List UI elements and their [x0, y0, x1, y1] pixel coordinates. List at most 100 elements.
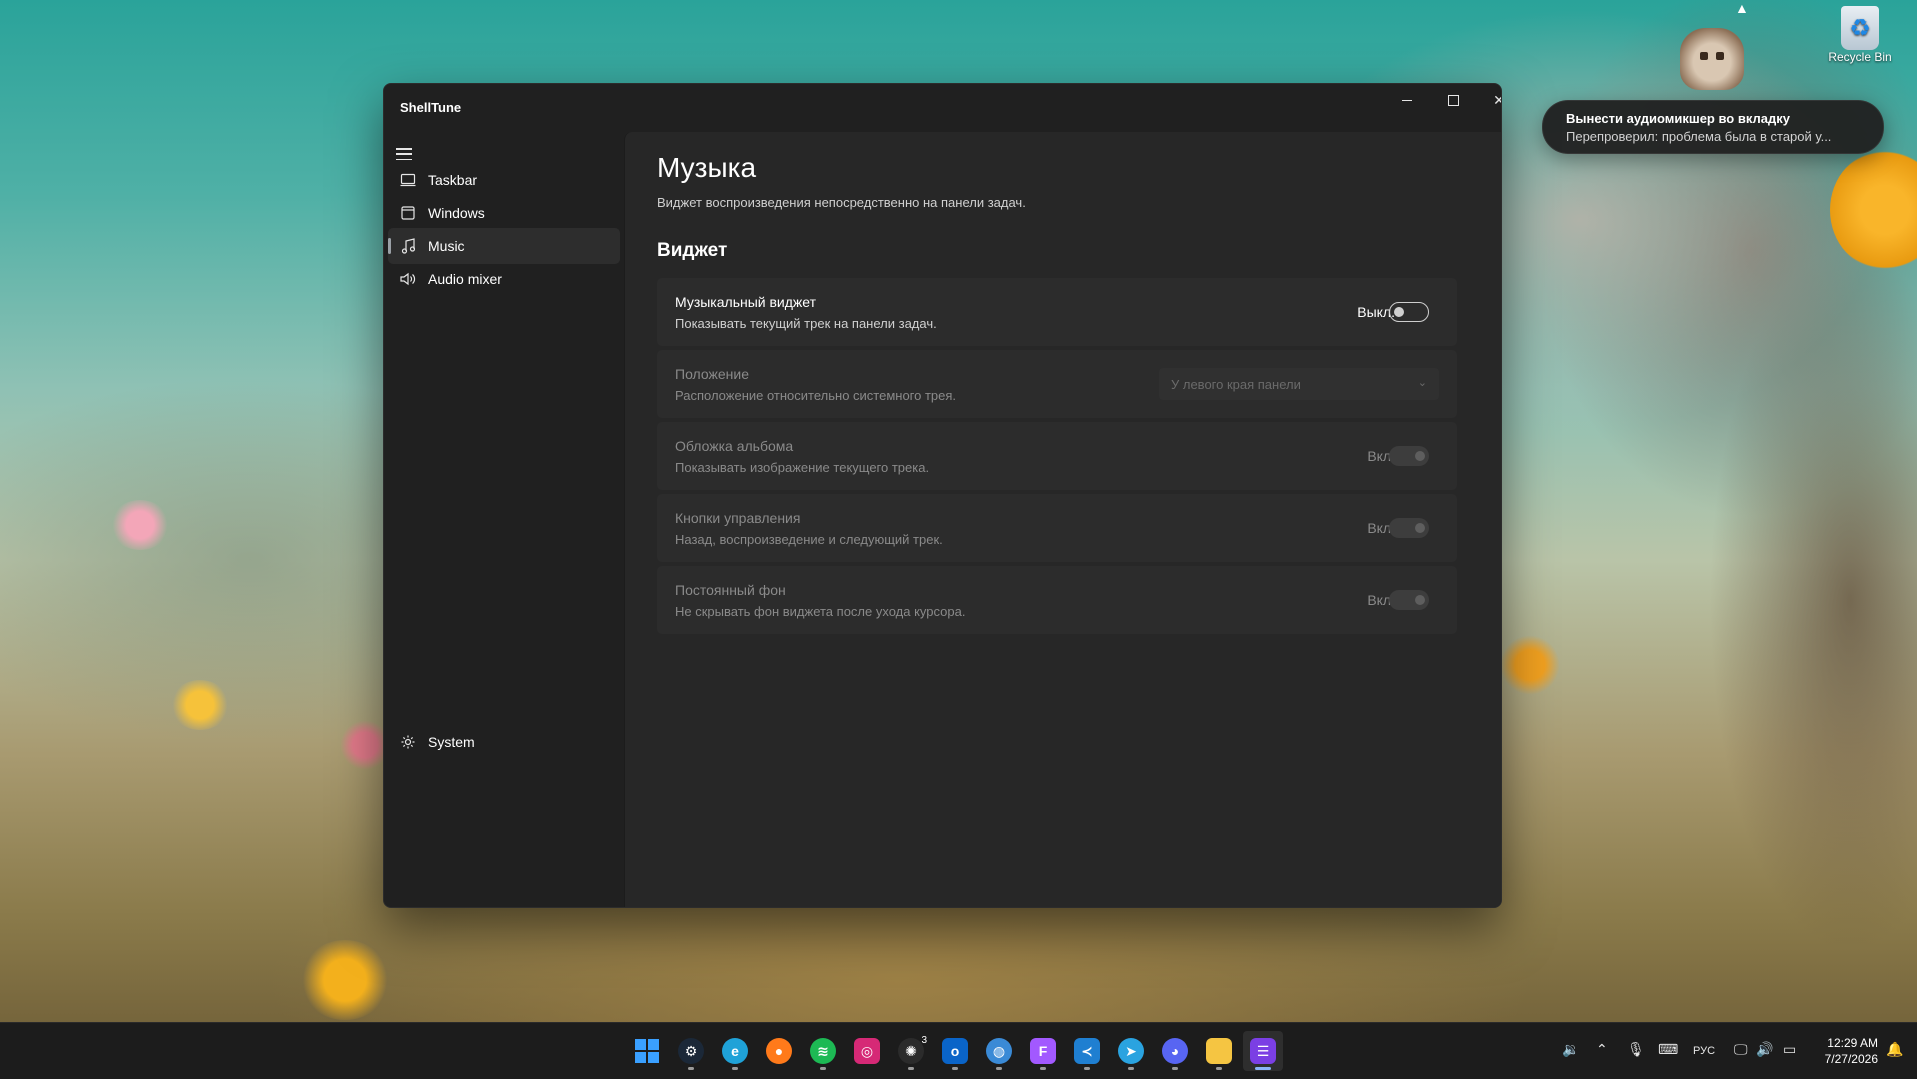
sidebar-item-windows[interactable]: Windows	[388, 195, 620, 231]
chevron-down-icon: ⌄	[1417, 377, 1427, 389]
setting-card-position: Положение Расположение относительно сист…	[657, 350, 1457, 418]
setting-description: Не скрывать фон виджета после ухода курс…	[675, 604, 966, 619]
wallpaper-flower	[1830, 150, 1917, 270]
setting-description: Назад, воспроизведение и следующий трек.	[675, 532, 943, 547]
page-title: Музыка	[657, 152, 757, 183]
sidebar-item-label: Windows	[428, 205, 485, 221]
edge-icon: e	[722, 1038, 748, 1064]
globe-icon: ◍	[986, 1038, 1012, 1064]
window-icon	[388, 206, 428, 220]
recycle-bin-label: Recycle Bin	[1828, 50, 1892, 64]
microphone-icon[interactable]: 🎙	[1627, 1041, 1645, 1058]
battery-icon[interactable]: ▭	[1783, 1041, 1796, 1058]
maximize-button[interactable]	[1430, 84, 1476, 116]
dropdown-value: У левого края панели	[1171, 377, 1301, 392]
setting-description: Показывать изображение текущего трека.	[675, 460, 930, 475]
title-bar[interactable]: ShellTune ✕	[384, 84, 1501, 132]
chatgpt-icon: ✺	[898, 1038, 924, 1064]
notification-title: Вынести аудиомикшер во вкладку	[1566, 111, 1790, 126]
sidebar-item-audio-mixer[interactable]: Audio mixer	[388, 261, 620, 297]
shelltune-icon: ☰	[1250, 1038, 1276, 1064]
setting-title: Музыкальный виджет	[675, 294, 817, 310]
setting-description: Расположение относительно системного тре…	[675, 388, 957, 403]
vscode-icon: ≺	[1074, 1038, 1100, 1064]
steam-icon: ⚙	[678, 1038, 704, 1064]
sidebar-item-label: Audio mixer	[428, 271, 502, 287]
hamburger-menu-icon[interactable]	[396, 146, 416, 162]
minimize-button[interactable]	[1384, 84, 1430, 116]
section-title: Виджет	[657, 240, 728, 261]
setting-card-persistent-background: Постоянный фон Не скрывать фон виджета п…	[657, 566, 1457, 634]
notification-body: Перепроверил: проблема была в старой у..…	[1566, 129, 1832, 144]
wallpaper-flower	[110, 500, 170, 550]
setting-title: Постоянный фон	[675, 582, 786, 598]
taskbar-app-steam[interactable]: ⚙	[671, 1031, 711, 1071]
taskbar-icon	[388, 173, 428, 187]
recycle-bin-shortcut[interactable]: ♻ Recycle Bin	[1820, 6, 1900, 64]
chevron-up-icon[interactable]: ⌃	[1596, 1041, 1608, 1058]
sidebar-item-label: System	[428, 734, 475, 750]
setting-card-album-art: Обложка альбома Показывать изображение т…	[657, 422, 1457, 490]
clock-time: 12:29 AM	[1827, 1036, 1878, 1050]
sidebar-item-system[interactable]: System	[388, 724, 620, 760]
taskbar-app-outlook[interactable]: o	[935, 1031, 975, 1071]
firefox-icon: ●	[766, 1038, 792, 1064]
music-widget-toggle[interactable]	[1389, 302, 1429, 322]
taskbar-app-discord[interactable]: ◕	[1155, 1031, 1195, 1071]
network-icon[interactable]: 🖵	[1734, 1041, 1748, 1058]
figma-icon: F	[1030, 1038, 1056, 1064]
taskbar-app-start[interactable]	[627, 1031, 667, 1071]
taskbar-app-vscode[interactable]: ≺	[1067, 1031, 1107, 1071]
keyboard-icon[interactable]: ⌨	[1658, 1041, 1678, 1058]
taskbar-app-edge[interactable]: e	[715, 1031, 755, 1071]
windows-logo-icon	[635, 1039, 659, 1063]
setting-card-music-widget: Музыкальный виджет Показывать текущий тр…	[657, 278, 1457, 346]
spotify-icon: ≋	[810, 1038, 836, 1064]
notifications-icon[interactable]: 🔔	[1886, 1041, 1903, 1058]
taskbar-app-spotify[interactable]: ≋	[803, 1031, 843, 1071]
close-button[interactable]: ✕	[1476, 84, 1501, 116]
taskbar-app-instagram[interactable]: ◎	[847, 1031, 887, 1071]
language-indicator[interactable]: РУС	[1693, 1045, 1715, 1057]
close-icon: ✕	[1493, 92, 1501, 109]
gear-icon	[388, 734, 428, 750]
taskbar-app-explorer[interactable]	[1199, 1031, 1239, 1071]
sidebar: Taskbar Windows Music Audio mixer System	[384, 132, 624, 907]
chevron-up-icon[interactable]: ▲	[1735, 0, 1749, 16]
folder-icon	[1206, 1038, 1232, 1064]
speaker-icon[interactable]: 🔊	[1756, 1041, 1773, 1058]
music-note-icon	[388, 238, 428, 254]
album-art-toggle[interactable]	[1389, 446, 1429, 466]
discord-icon: ◕	[1162, 1038, 1188, 1064]
setting-description: Показывать текущий трек на панели задач.	[675, 316, 937, 331]
persistent-background-toggle[interactable]	[1389, 590, 1429, 610]
telegram-icon: ➤	[1118, 1038, 1144, 1064]
sidebar-item-taskbar[interactable]: Taskbar	[388, 162, 620, 198]
volume-icon[interactable]: 🔉	[1562, 1041, 1579, 1058]
taskbar-app-browser[interactable]: ◍	[979, 1031, 1019, 1071]
wallpaper-flower	[170, 680, 230, 730]
setting-title: Кнопки управления	[675, 510, 801, 526]
outlook-icon: o	[942, 1038, 968, 1064]
setting-card-control-buttons: Кнопки управления Назад, воспроизведение…	[657, 494, 1457, 562]
taskbar-app-figma[interactable]: F	[1023, 1031, 1063, 1071]
control-buttons-toggle[interactable]	[1389, 518, 1429, 538]
taskbar-app-telegram[interactable]: ➤	[1111, 1031, 1151, 1071]
mascot-widget[interactable]	[1680, 28, 1744, 90]
sidebar-item-label: Taskbar	[428, 172, 478, 188]
notification-toast[interactable]: Вынести аудиомикшер во вкладку Перепрове…	[1542, 100, 1884, 154]
setting-title: Положение	[675, 366, 749, 382]
sidebar-item-label: Music	[428, 238, 465, 254]
wallpaper-flower	[1500, 635, 1560, 695]
speaker-icon	[388, 272, 428, 286]
position-dropdown[interactable]: У левого края панели ⌄	[1159, 368, 1439, 400]
maximize-icon	[1447, 94, 1459, 106]
taskbar-app-firefox[interactable]: ●	[759, 1031, 799, 1071]
taskbar: ⚙ e ● ≋ ◎ ✺ 3 o ◍ F ≺ ➤ ◕ ☰ 🔉 ⌃ 🎙 ⌨ РУС	[0, 1022, 1917, 1079]
clock[interactable]: 12:29 AM 7/27/2026	[1808, 1035, 1878, 1067]
recycle-bin-icon: ♻	[1841, 6, 1879, 50]
sidebar-item-music[interactable]: Music	[388, 228, 620, 264]
main-content: Музыка Виджет воспроизведения непосредст…	[624, 132, 1501, 907]
taskbar-app-chatgpt[interactable]: ✺ 3	[891, 1031, 931, 1071]
taskbar-app-shelltune[interactable]: ☰	[1243, 1031, 1283, 1071]
